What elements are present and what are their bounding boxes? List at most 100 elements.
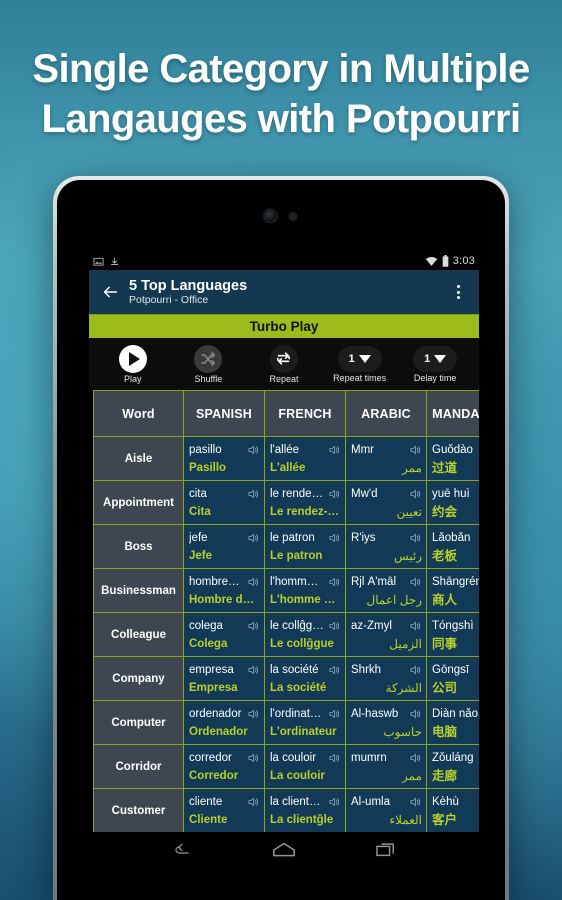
- arabic-cell[interactable]: Al-haswb حاسوب: [345, 700, 427, 745]
- column-header-word[interactable]: Word: [93, 390, 184, 437]
- spanish-cell[interactable]: jefe Jefe: [183, 524, 265, 569]
- speaker-icon[interactable]: [327, 532, 341, 544]
- speaker-icon[interactable]: [327, 488, 341, 500]
- french-cell[interactable]: l'ordinat… L'ordinateur: [264, 700, 346, 745]
- speaker-icon[interactable]: [246, 576, 260, 588]
- spanish-cell[interactable]: empresa Empresa: [183, 656, 265, 701]
- mandarin-cell[interactable]: yuē huì 约会: [426, 480, 479, 525]
- speaker-icon[interactable]: [246, 532, 260, 544]
- speaker-icon[interactable]: [408, 576, 422, 588]
- column-header-spanish[interactable]: SPANISH: [183, 390, 265, 437]
- speaker-icon[interactable]: [327, 796, 341, 808]
- nav-home-button[interactable]: [271, 841, 297, 864]
- french-cell[interactable]: le patron Le patron: [264, 524, 346, 569]
- vocabulary-table-scroll[interactable]: Word SPANISH FRENCH ARABIC MANDARIN Aisl…: [89, 390, 479, 832]
- mandarin-cell[interactable]: Tóngshì 同事: [426, 612, 479, 657]
- word-cell[interactable]: Colleague: [93, 612, 184, 657]
- table-row[interactable]: Colleague colega Colega le collĝg… Le collĝg…: [93, 612, 479, 657]
- turbo-play-button[interactable]: Turbo Play: [89, 314, 479, 338]
- speaker-icon[interactable]: [246, 752, 260, 764]
- repeat-times-dropdown[interactable]: 1: [337, 345, 382, 372]
- speaker-icon[interactable]: [246, 708, 260, 720]
- french-cell[interactable]: l'homme… L'homme d'a…: [264, 568, 346, 613]
- french-cell[interactable]: la couloir La couloir: [264, 744, 346, 789]
- table-row[interactable]: Appointment cita Cita le rendez… Le rendez-v…: [93, 480, 479, 525]
- table-row[interactable]: Boss jefe Jefe le patron Le patron R'iys رئيس L…: [93, 524, 479, 569]
- speaker-icon[interactable]: [327, 752, 341, 764]
- speaker-icon[interactable]: [408, 752, 422, 764]
- speaker-icon[interactable]: [327, 708, 341, 720]
- word-cell[interactable]: Customer: [93, 788, 184, 832]
- table-row[interactable]: Corridor corredor Corredor la couloir La cou…: [93, 744, 479, 789]
- overflow-menu-button[interactable]: [449, 285, 471, 299]
- table-row[interactable]: Computer ordenador Ordenador l'ordinat… L'or…: [93, 700, 479, 745]
- speaker-icon[interactable]: [246, 444, 260, 456]
- speaker-icon[interactable]: [327, 664, 341, 676]
- nav-back-button[interactable]: [171, 841, 193, 864]
- arabic-cell[interactable]: mumrn ممر: [345, 744, 427, 789]
- shuffle-control[interactable]: Shuffle: [175, 344, 241, 384]
- speaker-icon[interactable]: [246, 488, 260, 500]
- speaker-icon[interactable]: [246, 664, 260, 676]
- speaker-icon[interactable]: [408, 664, 422, 676]
- back-button[interactable]: [97, 284, 123, 300]
- word-cell[interactable]: Businessman: [93, 568, 184, 613]
- speaker-icon[interactable]: [408, 708, 422, 720]
- spanish-cell[interactable]: pasillo Pasillo: [183, 436, 265, 481]
- mandarin-cell[interactable]: Guǒdào 过道: [426, 436, 479, 481]
- french-cell[interactable]: l'allée L'allée: [264, 436, 346, 481]
- french-cell[interactable]: la clientĝ… La clientĝle: [264, 788, 346, 832]
- spanish-cell[interactable]: ordenador Ordenador: [183, 700, 265, 745]
- speaker-icon[interactable]: [408, 620, 422, 632]
- table-row[interactable]: Aisle pasillo Pasillo l'allée L'allée Mmr ممر G…: [93, 436, 479, 481]
- spanish-cell[interactable]: hombre… Hombre de n…: [183, 568, 265, 613]
- spanish-cell[interactable]: cliente Cliente: [183, 788, 265, 832]
- mandarin-cell[interactable]: Zǒuláng 走廊: [426, 744, 479, 789]
- delay-time-control[interactable]: 1 Delay time: [402, 345, 468, 383]
- speaker-icon[interactable]: [327, 576, 341, 588]
- arabic-cell[interactable]: Mw'd تعيين: [345, 480, 427, 525]
- arabic-cell[interactable]: Mmr ممر: [345, 436, 427, 481]
- mandarin-cell[interactable]: Kèhù 客户: [426, 788, 479, 832]
- table-row[interactable]: Company empresa Empresa la société La sociét…: [93, 656, 479, 701]
- column-header-mandarin[interactable]: MANDARIN: [426, 390, 479, 437]
- nav-recents-button[interactable]: [375, 841, 397, 864]
- french-cell[interactable]: la société La société: [264, 656, 346, 701]
- spanish-cell[interactable]: colega Colega: [183, 612, 265, 657]
- speaker-icon[interactable]: [408, 444, 422, 456]
- mandarin-cell[interactable]: Diàn nǎo 电脑: [426, 700, 479, 745]
- speaker-icon[interactable]: [408, 532, 422, 544]
- mandarin-cell[interactable]: Shāngrén 商人: [426, 568, 479, 613]
- arabic-cell[interactable]: R'iys رئيس: [345, 524, 427, 569]
- speaker-icon[interactable]: [327, 444, 341, 456]
- speaker-icon[interactable]: [408, 796, 422, 808]
- word-cell[interactable]: Aisle: [93, 436, 184, 481]
- play-control[interactable]: Play: [100, 344, 166, 384]
- repeat-times-control[interactable]: 1 Repeat times: [327, 345, 393, 383]
- word-cell[interactable]: Boss: [93, 524, 184, 569]
- speaker-icon[interactable]: [327, 620, 341, 632]
- word-cell[interactable]: Appointment: [93, 480, 184, 525]
- repeat-control[interactable]: Repeat: [251, 344, 317, 384]
- speaker-icon[interactable]: [246, 796, 260, 808]
- spanish-cell[interactable]: cita Cita: [183, 480, 265, 525]
- arabic-cell[interactable]: Rjl Ā'māl رجل اعمال: [345, 568, 427, 613]
- speaker-icon[interactable]: [246, 620, 260, 632]
- arabic-cell[interactable]: Al-umla العملاء: [345, 788, 427, 832]
- arabic-cell[interactable]: az-Zmyl الزميل: [345, 612, 427, 657]
- table-row[interactable]: Businessman hombre… Hombre de n… l'homme… L'…: [93, 568, 479, 613]
- delay-time-dropdown[interactable]: 1: [413, 345, 458, 372]
- column-header-french[interactable]: FRENCH: [264, 390, 346, 437]
- arabic-cell[interactable]: Shrkh الشركة: [345, 656, 427, 701]
- speaker-icon[interactable]: [408, 488, 422, 500]
- mandarin-cell[interactable]: Gōngsī 公司: [426, 656, 479, 701]
- mandarin-cell[interactable]: Lǎobǎn 老板: [426, 524, 479, 569]
- spanish-cell[interactable]: corredor Corredor: [183, 744, 265, 789]
- french-cell[interactable]: le collĝg… Le collĝgue: [264, 612, 346, 657]
- french-cell[interactable]: le rendez… Le rendez-vo…: [264, 480, 346, 525]
- word-cell[interactable]: Company: [93, 656, 184, 701]
- table-row[interactable]: Customer cliente Cliente la clientĝ… La clie…: [93, 788, 479, 832]
- word-cell[interactable]: Corridor: [93, 744, 184, 789]
- column-header-arabic[interactable]: ARABIC: [345, 390, 427, 437]
- word-cell[interactable]: Computer: [93, 700, 184, 745]
